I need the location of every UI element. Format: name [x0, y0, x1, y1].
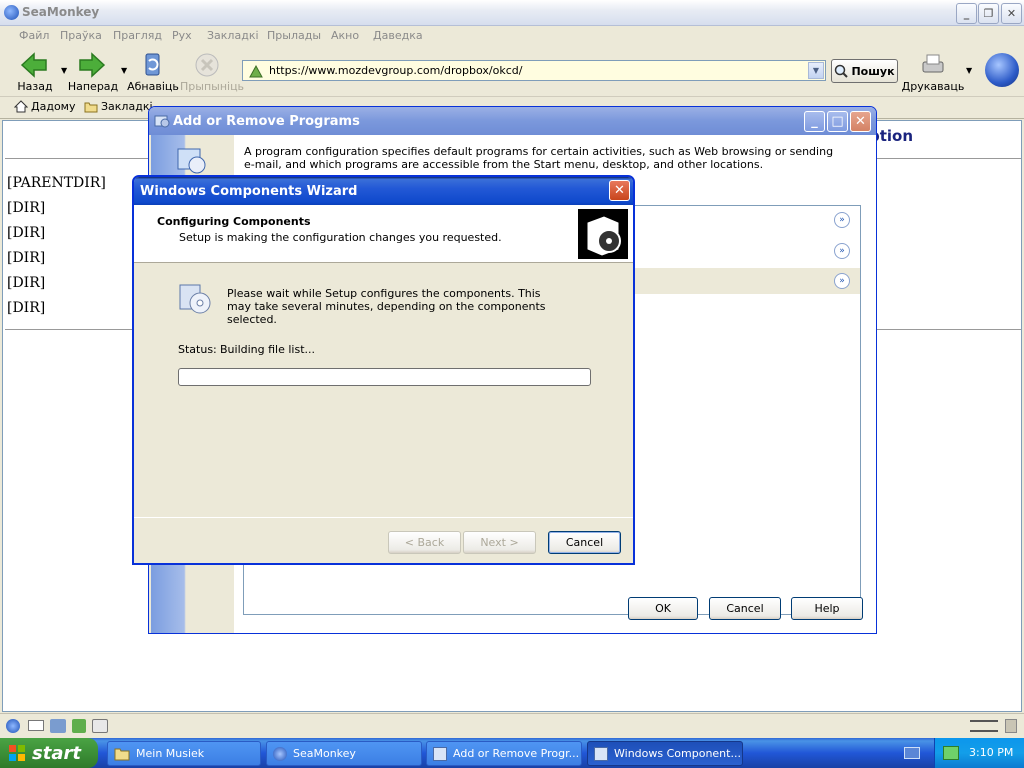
progress-bar [178, 368, 591, 386]
menu-go[interactable]: Рух [172, 29, 192, 42]
chat-icon[interactable] [92, 719, 108, 733]
menu-bookmarks[interactable]: Закладкі [207, 29, 259, 42]
mail-icon[interactable] [28, 720, 44, 731]
forward-button[interactable]: Наперад [66, 49, 120, 95]
components-box-icon [578, 209, 628, 259]
start-button[interactable]: start [0, 738, 98, 768]
printer-icon [922, 54, 944, 73]
menu-edit[interactable]: Праўка [60, 29, 102, 42]
seamonkey-icon [273, 746, 287, 761]
menubar: Файл Праўка Прагляд Рух Закладкі Прылады… [0, 26, 1024, 47]
menu-help[interactable]: Даведка [373, 29, 423, 42]
menu-view[interactable]: Прагляд [113, 29, 162, 42]
arp-titlebar[interactable]: Add or Remove Programs _ □ ✕ [149, 107, 876, 135]
dir-entry[interactable]: [PARENTDIR] [7, 175, 106, 191]
search-button[interactable]: Пошук [831, 59, 898, 83]
arp-cancel-button[interactable]: Cancel [709, 597, 781, 620]
print-button[interactable]: Друкаваць [900, 49, 966, 95]
stop-icon [195, 53, 219, 77]
arp-minimize-button[interactable]: _ [804, 111, 825, 132]
stop-button[interactable]: Прыпыніць [180, 49, 244, 95]
task-mein-musiek[interactable]: Mein Musiek [107, 741, 261, 766]
home-icon [14, 100, 28, 113]
navigator-icon[interactable] [6, 719, 20, 733]
addressbook-icon[interactable] [50, 719, 66, 733]
expand-chevron-icon[interactable]: » [834, 212, 850, 228]
arp-title: Add or Remove Programs [173, 114, 360, 129]
reload-icon [145, 53, 160, 76]
clock[interactable]: 3:10 PM [969, 746, 1013, 759]
wizard-app-icon [594, 746, 608, 761]
windows-logo-icon [9, 745, 25, 761]
home-button[interactable]: Дадому [14, 100, 75, 113]
arp-maximize-button[interactable]: □ [827, 111, 848, 132]
navigation-toolbar: Назад ▼ Наперад ▼ Абнавіць Прыпыніць htt… [0, 47, 1024, 97]
reload-button[interactable]: Абнавіць [126, 49, 180, 95]
url-dropdown-icon[interactable]: ▼ [808, 62, 824, 79]
seamonkey-throbber-icon[interactable] [985, 53, 1019, 87]
wizard-close-button[interactable]: ✕ [609, 180, 630, 201]
wizard-back-button[interactable]: < Back [388, 531, 461, 554]
expand-chevron-icon[interactable]: » [834, 243, 850, 259]
status-label: Status: [178, 343, 217, 356]
browser-statusbar [0, 713, 1024, 738]
folder-icon [84, 102, 98, 112]
search-icon [835, 64, 849, 78]
expand-chevron-icon[interactable]: » [834, 273, 850, 289]
seamonkey-logo-icon [4, 5, 19, 20]
browser-titlebar[interactable]: SeaMonkey _ ❐ ✕ [0, 0, 1024, 26]
keyboard-language-icon[interactable] [904, 747, 920, 759]
back-button[interactable]: Назад [8, 49, 62, 95]
arp-app-icon [433, 746, 447, 761]
wizard-titlebar[interactable]: Windows Components Wizard ✕ [134, 177, 633, 205]
wizard-header-title: Configuring Components [157, 215, 311, 228]
bookmarks-button[interactable]: Закладкі [84, 100, 153, 113]
menu-window[interactable]: Акно [331, 29, 359, 42]
arp-ok-button[interactable]: OK [628, 597, 698, 620]
wizard-cancel-button[interactable]: Cancel [548, 531, 621, 554]
url-text: https://www.mozdevgroup.com/dropbox/okcd… [269, 64, 523, 77]
dir-entry[interactable]: [DIR] [7, 250, 45, 266]
dir-entry[interactable]: [DIR] [7, 200, 45, 216]
task-add-remove-programs[interactable]: Add or Remove Progr... [426, 741, 582, 766]
arp-app-icon [154, 115, 170, 128]
status-value: Building file list... [220, 343, 316, 356]
wizard-header: Configuring Components Setup is making t… [134, 205, 633, 263]
dir-entry[interactable]: [DIR] [7, 225, 45, 241]
arp-help-button[interactable]: Help [791, 597, 863, 620]
wizard-header-subtitle: Setup is making the configuration change… [179, 231, 502, 244]
site-lock-icon [249, 64, 263, 78]
program-defaults-icon[interactable] [175, 145, 209, 177]
minimize-button[interactable]: _ [956, 3, 977, 24]
forward-arrow-icon [79, 52, 106, 78]
composer-icon[interactable] [72, 719, 86, 733]
dir-entry[interactable]: [DIR] [7, 275, 45, 291]
menu-tools[interactable]: Прылады [267, 29, 321, 42]
arp-close-button[interactable]: ✕ [850, 111, 871, 132]
online-status-icon[interactable] [970, 720, 998, 732]
browser-title: SeaMonkey [22, 5, 100, 19]
url-field[interactable]: https://www.mozdevgroup.com/dropbox/okcd… [242, 60, 826, 81]
back-arrow-icon [20, 52, 47, 78]
folder-icon [114, 748, 130, 760]
wizard-next-button[interactable]: Next > [463, 531, 536, 554]
wizard-title: Windows Components Wizard [140, 184, 358, 199]
dir-entry[interactable]: [DIR] [7, 300, 45, 316]
taskbar: start Mein Musiek SeaMonkey Add or Remov… [0, 738, 1024, 768]
wizard-message: Please wait while Setup configures the c… [227, 287, 546, 326]
task-seamonkey[interactable]: SeaMonkey [266, 741, 422, 766]
close-button[interactable]: ✕ [1001, 3, 1022, 24]
menu-file[interactable]: Файл [19, 29, 49, 42]
restore-button[interactable]: ❐ [978, 3, 999, 24]
system-tray: 3:10 PM [934, 738, 1024, 768]
print-dropdown-icon[interactable]: ▼ [966, 66, 972, 75]
arp-description: A program configuration specifies defaul… [244, 145, 834, 171]
setup-cd-icon [179, 284, 211, 314]
network-icon[interactable] [943, 746, 959, 760]
security-lock-icon [1005, 719, 1017, 733]
components-wizard-window: Windows Components Wizard ✕ Configuring … [132, 175, 635, 565]
task-components-wizard[interactable]: Windows Component... [587, 741, 743, 766]
wizard-separator [134, 517, 633, 518]
